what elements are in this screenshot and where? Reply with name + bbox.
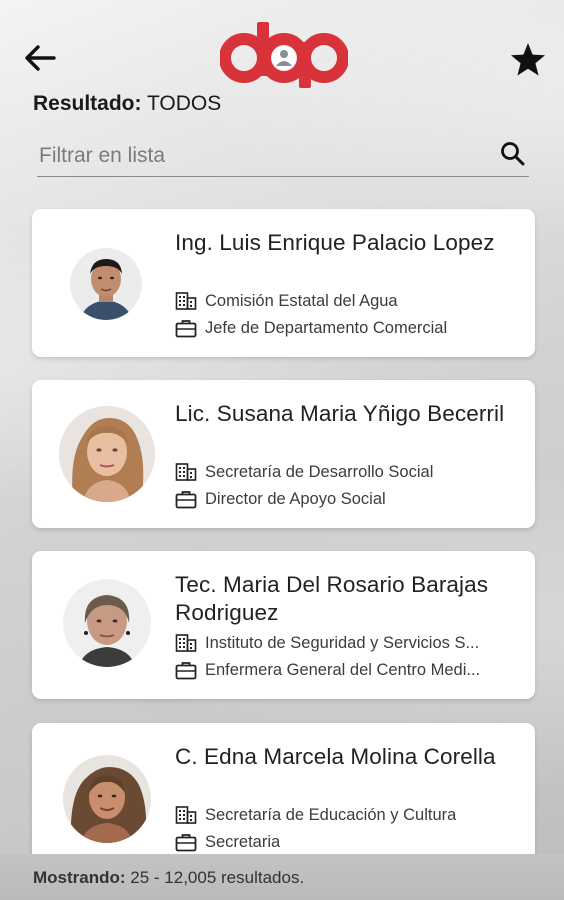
result-value: TODOS [146,92,222,115]
avatar [59,406,155,502]
contact-position: Jefe de Departamento Comercial [175,318,515,338]
organization-text: Comisión Estatal del Agua [205,291,398,310]
position-text: Secretaria [205,832,281,851]
building-icon [175,292,197,310]
contact-position: Secretaria [175,832,515,852]
app-logo [219,20,349,90]
contact-name: Ing. Luis Enrique Palacio Lopez [175,230,495,255]
position-text: Enfermera General del Centro Medi... [205,660,481,679]
footer-value: 25 - 12,005 resultados. [130,868,305,887]
favorites-button[interactable] [508,40,548,80]
position-text: Director de Apoyo Social [205,489,386,508]
avatar [70,248,142,320]
contact-organization: Secretaría de Educación y Cultura [175,805,515,825]
organization-text: Secretaría de Desarrollo Social [205,462,434,481]
briefcase-icon [175,320,197,338]
results-count: Mostrando: 25 - 12,005 resultados. [33,868,304,888]
results-footer: Mostrando: 25 - 12,005 resultados. [0,854,564,900]
contact-card[interactable]: Lic. Susana Maria Yñigo Becerril Secreta… [32,380,535,528]
star-icon [511,43,545,76]
organization-text: Secretaría de Educación y Cultura [205,805,457,824]
contact-position: Enfermera General del Centro Medi... [175,660,515,680]
building-icon [175,463,197,481]
building-icon [175,634,197,652]
search-input[interactable] [37,138,481,174]
back-button[interactable] [22,40,58,76]
building-icon [175,806,197,824]
contact-organization: Comisión Estatal del Agua [175,291,515,311]
avatar [63,755,151,843]
contact-name: C. Edna Marcela Molina Corella [175,744,496,769]
contact-name: Lic. Susana Maria Yñigo Becerril [175,401,505,426]
result-prefix: Resultado: [33,92,142,115]
contact-position: Director de Apoyo Social [175,489,515,509]
search-bar [37,134,529,177]
contact-organization: Instituto de Seguridad y Servicios S... [175,633,515,653]
contact-organization: Secretaría de Desarrollo Social [175,462,515,482]
briefcase-icon [175,491,197,509]
contact-card[interactable]: C. Edna Marcela Molina Corella Secretarí… [32,723,535,871]
contact-name: Tec. Maria Del Rosario Barajas Rodriguez [175,572,489,625]
avatar [63,579,151,667]
briefcase-icon [175,662,197,680]
search-icon[interactable] [499,140,527,168]
contact-card[interactable]: Ing. Luis Enrique Palacio Lopez Comisión… [32,209,535,357]
contact-card[interactable]: Tec. Maria Del Rosario Barajas Rodriguez… [32,551,535,699]
footer-label: Mostrando: [33,868,126,887]
organization-text: Instituto de Seguridad y Servicios S... [205,633,480,652]
result-label: Resultado: TODOS [33,92,221,116]
position-text: Jefe de Departamento Comercial [205,318,448,337]
arrow-left-icon [25,45,56,71]
briefcase-icon [175,834,197,852]
